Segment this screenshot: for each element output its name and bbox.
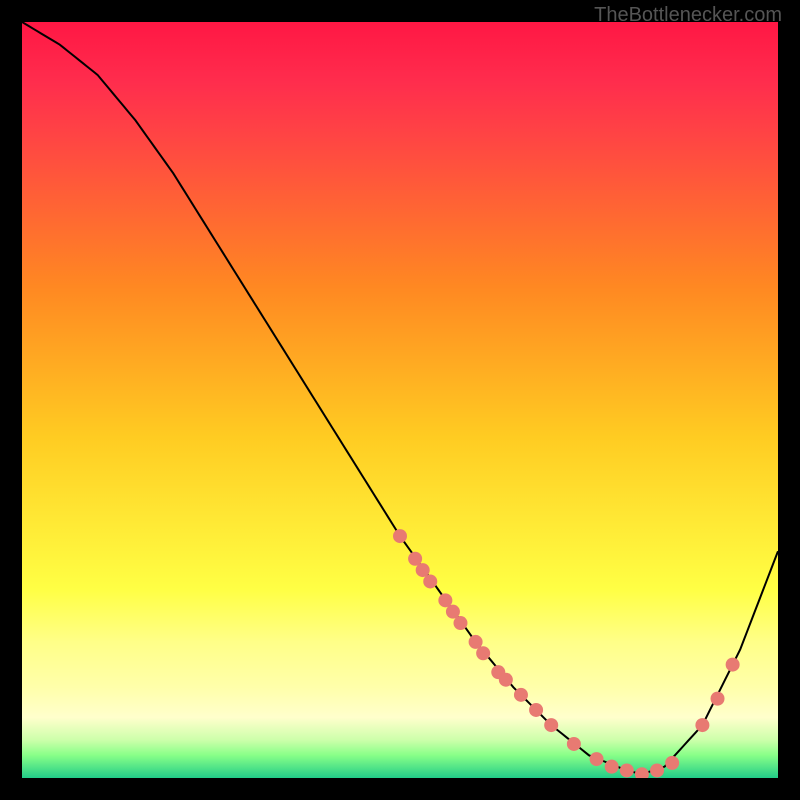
data-marker bbox=[620, 763, 634, 777]
data-marker bbox=[650, 763, 664, 777]
data-marker bbox=[529, 703, 543, 717]
data-marker bbox=[514, 688, 528, 702]
data-marker bbox=[635, 767, 649, 778]
data-marker bbox=[567, 737, 581, 751]
data-marker bbox=[711, 692, 725, 706]
data-marker bbox=[423, 574, 437, 588]
data-marker bbox=[453, 616, 467, 630]
data-marker bbox=[590, 752, 604, 766]
data-marker bbox=[605, 760, 619, 774]
watermark-text: TheBottlenecker.com bbox=[594, 4, 782, 27]
curve-line bbox=[22, 22, 778, 774]
plot-area bbox=[22, 22, 778, 778]
data-marker bbox=[544, 718, 558, 732]
data-marker bbox=[665, 756, 679, 770]
data-marker bbox=[695, 718, 709, 732]
data-marker bbox=[393, 529, 407, 543]
data-marker bbox=[499, 673, 513, 687]
data-marker bbox=[476, 646, 490, 660]
chart-svg bbox=[22, 22, 778, 778]
data-marker bbox=[726, 658, 740, 672]
